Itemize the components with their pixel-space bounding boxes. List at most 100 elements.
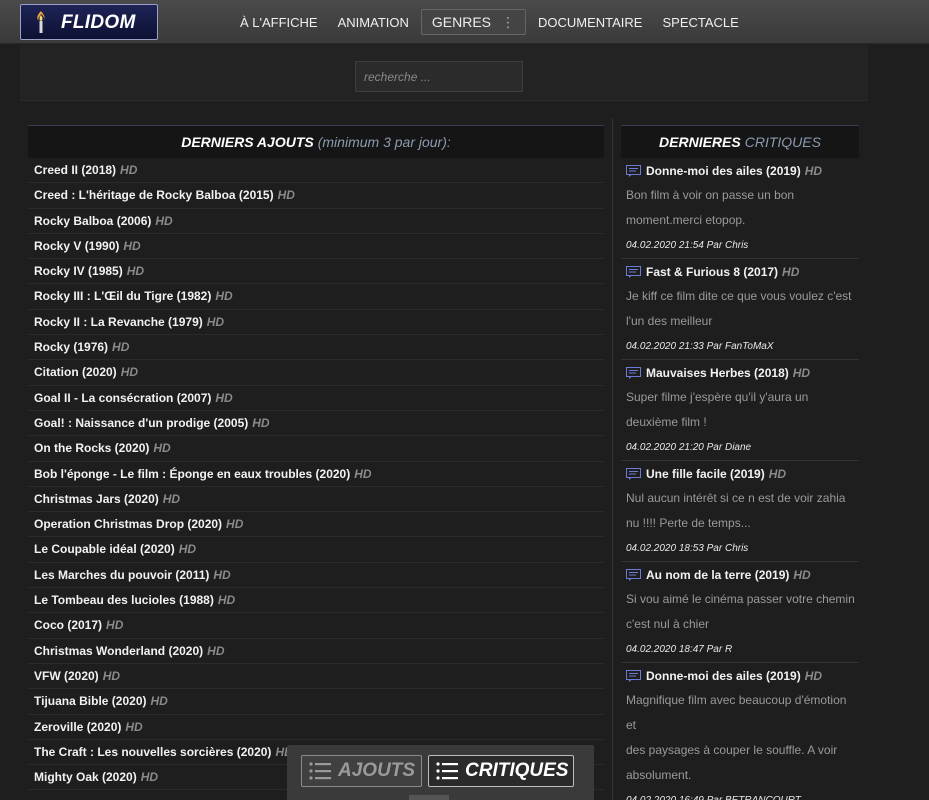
movie-title: Rocky (1976) xyxy=(34,340,109,355)
movie-title: Christmas Wonderland (2020) xyxy=(34,643,204,658)
latest-reviews-title: DERNIERES xyxy=(659,134,741,150)
movie-link[interactable]: Rocky IV (1985) HD xyxy=(28,259,604,285)
movie-link[interactable]: Operation Christmas Drop (2020) HD xyxy=(28,512,604,538)
column-divider xyxy=(612,118,613,800)
movie-link[interactable]: Rocky V (1990) HD xyxy=(28,234,604,260)
critiques-toggle-button[interactable]: CRITIQUES xyxy=(428,755,574,787)
movie-link[interactable]: Goal II - La consécration (2007) HD xyxy=(28,386,604,411)
movie-title: Goal! : Naissance d'un prodige (2005) xyxy=(34,415,249,430)
review-meta: 04.02.2020 21:54 Par Chris xyxy=(626,240,749,251)
review-movie-link[interactable]: Donne-moi des ailes (2019) HD xyxy=(621,158,859,183)
movie-link[interactable]: Creed II (2018) HD xyxy=(28,158,604,184)
search-bar-area xyxy=(20,45,868,101)
review-text-line: Si vou aimé le cinéma passer votre chemi… xyxy=(626,592,855,606)
review-movie-title: Une fille facile (2019) xyxy=(646,466,765,481)
movie-link[interactable]: Le Tombeau des lucioles (1988) HD xyxy=(28,588,604,614)
movie-link[interactable]: Zeroville (2020) HD xyxy=(28,715,604,740)
movie-link[interactable]: Rocky (1976) HD xyxy=(28,335,604,361)
movie-link[interactable]: Tijuana Bible (2020) HD xyxy=(28,689,604,715)
review-movie-link[interactable]: Une fille facile (2019) HD xyxy=(621,461,859,486)
movie-title: Zeroville (2020) xyxy=(34,719,122,734)
review-movie-link[interactable]: Donne-moi des ailes (2019) HD xyxy=(621,663,859,688)
latest-additions-panel: DERNIERS AJOUTS (minimum 3 par jour): Cr… xyxy=(28,125,604,791)
movie-title: Rocky V (1990) xyxy=(34,238,120,253)
movie-title: VFW (2020) xyxy=(34,668,99,683)
hd-badge: HD xyxy=(140,770,159,785)
movie-link[interactable]: Rocky Balboa (2006) HD xyxy=(28,209,604,234)
movie-title: Operation Christmas Drop (2020) xyxy=(34,517,223,532)
comment-icon xyxy=(626,568,641,581)
hd-badge: HD xyxy=(277,188,295,203)
review-movie-link[interactable]: Au nom de la terre (2019) HD xyxy=(621,562,859,587)
movie-link[interactable]: On the Rocks (2020) HD xyxy=(28,436,604,462)
hd-badge: HD xyxy=(150,694,168,709)
movie-link[interactable]: Creed : L'héritage de Rocky Balboa (2015… xyxy=(28,183,604,209)
review-movie-title: Mauvaises Herbes (2018) xyxy=(646,365,789,380)
movie-title: Rocky III : L'Œil du Tigre (1982) xyxy=(34,289,212,304)
review-item: Donne-moi des ailes (2019) HD Magnifique f… xyxy=(621,663,859,800)
latest-additions-header: DERNIERS AJOUTS (minimum 3 par jour): xyxy=(28,125,604,158)
search-input[interactable] xyxy=(355,61,523,92)
review-movie-link[interactable]: Mauvaises Herbes (2018) HD xyxy=(621,360,859,385)
hd-badge: HD xyxy=(354,466,372,481)
hd-badge: HD xyxy=(112,340,130,355)
review-text-line: deuxième film ! xyxy=(626,415,707,429)
nav-item-animation[interactable]: ANIMATION xyxy=(328,15,419,30)
movie-title: Mighty Oak (2020) xyxy=(34,770,137,785)
review-text-line: Super filme j'espère qu'il y'aura un xyxy=(626,390,809,404)
latest-additions-title: DERNIERS AJOUTS xyxy=(181,134,314,150)
review-text-line: l'un des meilleur xyxy=(626,314,713,328)
ajouts-toggle-button[interactable]: AJOUTS xyxy=(301,755,422,787)
movie-title: Christmas Jars (2020) xyxy=(34,491,159,506)
movie-title: Les Marches du pouvoir (2011) xyxy=(34,567,210,582)
hd-badge: HD xyxy=(213,567,231,582)
review-text-line: Je kiff ce film dite ce que vous voulez … xyxy=(626,289,852,303)
hd-badge: HD xyxy=(226,517,244,532)
review-item: Fast & Furious 8 (2017) HD Je kiff ce film… xyxy=(621,259,859,360)
list-icon xyxy=(309,762,331,780)
review-meta: 04.02.2020 18:53 Par Chris xyxy=(626,543,749,554)
hd-badge: HD xyxy=(768,466,787,481)
movie-link[interactable]: Rocky II : La Revanche (1979) HD xyxy=(28,310,604,336)
nav-item-a-l-affiche[interactable]: À L'AFFICHE xyxy=(230,15,328,30)
hd-badge: HD xyxy=(123,238,141,253)
nav-item-spectacle[interactable]: SPECTACLE xyxy=(652,15,748,30)
movie-link[interactable]: Rocky III : L'Œil du Tigre (1982) HD xyxy=(28,284,604,310)
movie-link[interactable]: Les Marches du pouvoir (2011) HD xyxy=(28,563,604,589)
movie-link[interactable]: Coco (2017) HD xyxy=(28,613,604,639)
hd-badge: HD xyxy=(178,542,197,557)
hd-badge: HD xyxy=(162,491,181,506)
hd-badge: HD xyxy=(207,643,225,658)
hd-badge: HD xyxy=(155,213,173,228)
movie-title: Creed : L'héritage de Rocky Balboa (2015… xyxy=(34,188,274,203)
movie-list: Creed II (2018) HD Creed : L'héritage de R… xyxy=(28,158,604,791)
nav-genres-dropdown[interactable]: GENRES ⋮ xyxy=(420,9,526,35)
movie-title: Rocky II : La Revanche (1979) xyxy=(34,314,203,329)
review-meta: 04.02.2020 21:33 Par FanToMaX xyxy=(626,341,774,352)
movie-link[interactable]: Citation (2020) HD xyxy=(28,360,604,386)
hd-badge: HD xyxy=(153,441,171,456)
review-movie-title: Au nom de la terre (2019) xyxy=(646,567,790,582)
nav-item-documentaire[interactable]: DOCUMENTAIRE xyxy=(528,15,652,30)
movie-link[interactable]: Goal! : Naissance d'un prodige (2005) HD xyxy=(28,411,604,437)
comment-icon xyxy=(626,467,641,480)
movie-title: Creed II (2018) xyxy=(34,163,117,177)
scroll-indicator[interactable] xyxy=(409,795,449,800)
main-nav: À L'AFFICHE ANIMATION GENRES ⋮ DOCUMENTA… xyxy=(230,0,749,44)
review-item: Au nom de la terre (2019) HD Si vou aimé l… xyxy=(621,562,859,663)
hd-badge: HD xyxy=(106,618,124,633)
brand-logo[interactable]: FLIDOM xyxy=(20,4,158,40)
hd-badge: HD xyxy=(804,163,823,178)
movie-title: Bob l'éponge - Le film : Éponge en eaux … xyxy=(34,466,351,481)
movie-link[interactable]: Bob l'éponge - Le film : Éponge en eaux … xyxy=(28,462,604,487)
movie-link[interactable]: VFW (2020) HD xyxy=(28,664,604,690)
review-item: Une fille facile (2019) HD Nul aucun intér… xyxy=(621,461,859,562)
movie-link[interactable]: Le Coupable idéal (2020) HD xyxy=(28,537,604,563)
movie-link[interactable]: Christmas Wonderland (2020) HD xyxy=(28,639,604,664)
movie-link[interactable]: Christmas Jars (2020) HD xyxy=(28,487,604,513)
movie-title: On the Rocks (2020) xyxy=(34,441,150,456)
review-text-line: Bon film à voir on passe un bon xyxy=(626,188,795,202)
review-text-line: Magnifique film avec beaucoup d'émotion … xyxy=(626,693,847,732)
hd-badge: HD xyxy=(782,264,800,279)
review-movie-link[interactable]: Fast & Furious 8 (2017) HD xyxy=(621,259,859,284)
